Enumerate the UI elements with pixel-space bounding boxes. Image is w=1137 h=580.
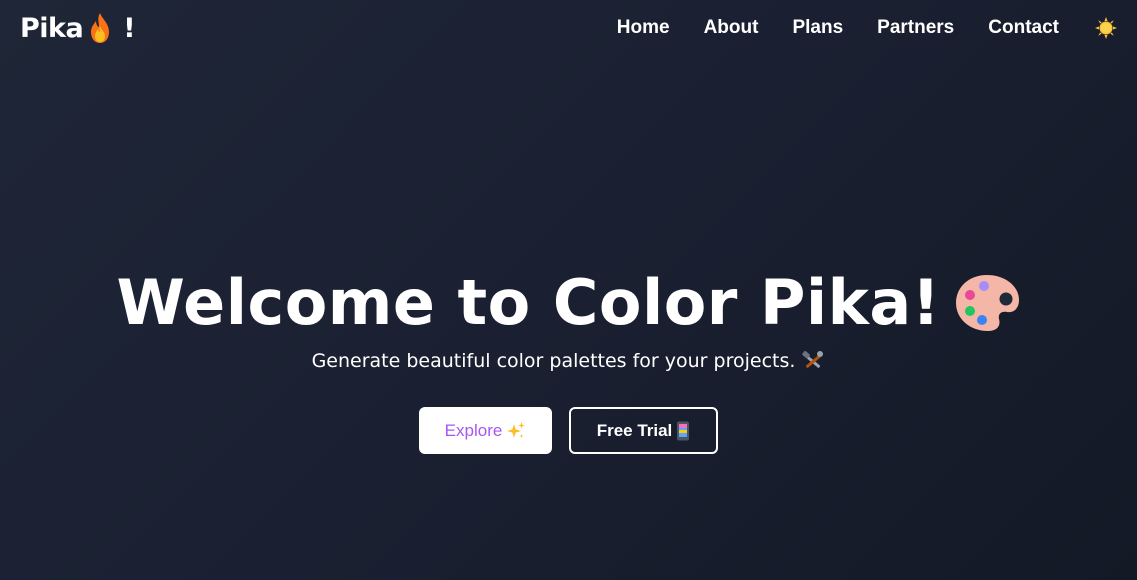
brand-text: Pika	[20, 12, 84, 44]
nav-link-plans[interactable]: Plans	[792, 17, 843, 39]
tools-icon	[801, 350, 825, 372]
brand-suffix: !	[123, 12, 136, 44]
palette-icon	[953, 272, 1021, 334]
hero-title-text: Welcome to Color Pika!	[116, 266, 941, 339]
hero-subtitle-text: Generate beautiful color palettes for yo…	[311, 350, 796, 372]
nav-link-contact[interactable]: Contact	[988, 17, 1059, 39]
sun-icon[interactable]	[1095, 17, 1117, 39]
sparkles-icon	[506, 421, 526, 441]
free-trial-button-label: Free Trial	[596, 420, 673, 440]
explore-button[interactable]: Explore	[419, 407, 552, 454]
hero-title: Welcome to Color Pika!	[116, 262, 1020, 344]
nav-link-about[interactable]: About	[704, 17, 759, 39]
nav-link-partners[interactable]: Partners	[877, 17, 954, 39]
hero-section: Welcome to Color Pika! Generate beautifu…	[0, 262, 1137, 454]
navbar: Pika ! Home About Plans Partners Contact	[0, 0, 1137, 56]
phone-icon	[676, 421, 690, 441]
nav-links: Home About Plans Partners Contact	[617, 17, 1117, 39]
free-trial-button[interactable]: Free Trial	[569, 407, 718, 454]
hero-buttons: Explore Free Trial	[419, 407, 718, 454]
brand-logo[interactable]: Pika !	[20, 12, 136, 44]
nav-link-home[interactable]: Home	[617, 17, 670, 39]
explore-button-label: Explore	[444, 420, 503, 440]
hero-subtitle: Generate beautiful color palettes for yo…	[312, 350, 826, 372]
fire-icon	[87, 12, 113, 44]
